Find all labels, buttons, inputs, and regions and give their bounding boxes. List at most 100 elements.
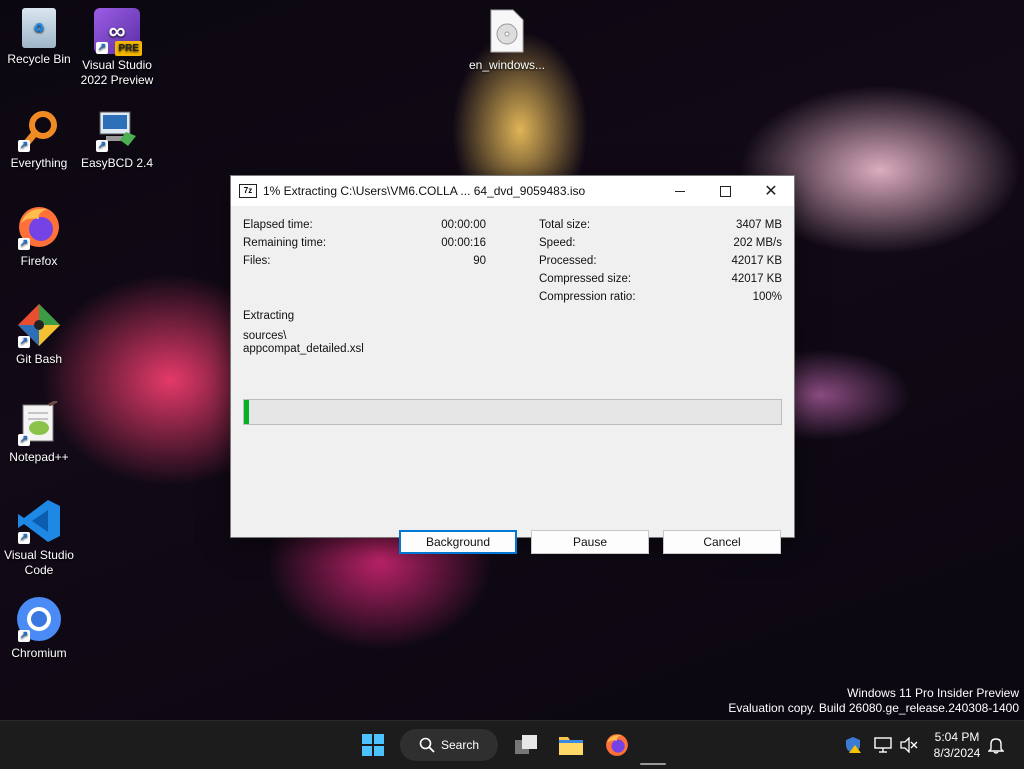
firefox-taskbar-button[interactable]	[602, 731, 632, 759]
search-icon	[419, 737, 435, 753]
speed-label: Speed:	[539, 237, 576, 249]
firefox-icon: ↗	[16, 204, 62, 250]
processed-value: 42017 KB	[731, 255, 782, 267]
desktop-icon-recycle-bin[interactable]: ♻ Recycle Bin	[1, 8, 77, 67]
compressed-size-value: 42017 KB	[731, 273, 782, 285]
files-label: Files:	[243, 255, 271, 267]
shortcut-arrow-icon: ↗	[18, 238, 30, 250]
vscode-icon: ↗	[16, 498, 62, 544]
start-button[interactable]	[358, 731, 388, 759]
progress-fill	[244, 400, 250, 424]
firefox-icon	[606, 734, 628, 756]
watermark-edition: Windows 11 Pro Insider Preview	[847, 686, 1019, 700]
taskbar: Search 5:04 PM 8/3/2024	[0, 720, 1024, 769]
volume-tray-button[interactable]	[898, 731, 920, 759]
notifications-button[interactable]	[986, 731, 1006, 759]
shortcut-arrow-icon: ↗	[18, 336, 30, 348]
desktop-icon-label: Git Bash	[15, 352, 63, 366]
close-button[interactable]: ✕	[748, 176, 794, 206]
total-size-label: Total size:	[539, 219, 591, 231]
desktop-icon-label: Chromium	[11, 646, 67, 660]
shortcut-arrow-icon: ↗	[18, 630, 30, 642]
elapsed-time-value: 00:00:00	[441, 219, 486, 231]
taskbar-search-box[interactable]: Search	[400, 729, 498, 761]
background-button[interactable]: Background	[399, 530, 517, 554]
shortcut-arrow-icon: ↗	[18, 434, 30, 446]
network-icon	[874, 737, 892, 753]
speed-value: 202 MB/s	[733, 237, 782, 249]
watermark-build: Evaluation copy. Build 26080.ge_release.…	[728, 701, 1019, 715]
desktop-icon-label: Recycle Bin	[7, 52, 71, 66]
desktop-icon-chromium[interactable]: ↗ Chromium	[1, 596, 77, 661]
desktop-icon-vscode[interactable]: ↗ Visual Studio Code	[1, 498, 77, 578]
notepad-plus-plus-icon: ↗	[16, 400, 62, 446]
clock-button[interactable]: 5:04 PM 8/3/2024	[926, 729, 988, 761]
windows-logo-icon	[362, 734, 384, 756]
git-bash-icon: ↗	[16, 302, 62, 348]
desktop-icon-label: Visual Studio Code	[4, 548, 74, 577]
network-tray-button[interactable]	[872, 731, 894, 759]
desktop-icon-easybcd[interactable]: ↗ EasyBCD 2.4	[79, 106, 155, 171]
compression-ratio-label: Compression ratio:	[539, 291, 636, 303]
clock-time: 5:04 PM	[934, 730, 980, 744]
operation-label: Extracting	[243, 310, 295, 322]
shortcut-arrow-icon: ↗	[96, 42, 108, 54]
processed-label: Processed:	[539, 255, 597, 267]
remaining-time-label: Remaining time:	[243, 237, 327, 249]
folder-icon	[559, 737, 583, 755]
defender-tray-button[interactable]	[842, 731, 864, 759]
visual-studio-icon: ∞ PRE ↗	[94, 8, 142, 56]
desktop-icon-label: Visual Studio 2022 Preview	[80, 58, 154, 87]
running-app-indicator	[640, 763, 666, 765]
desktop-icon-everything[interactable]: ↗ Everything	[1, 106, 77, 171]
desktop-icon-label: Notepad++	[9, 450, 69, 464]
file-explorer-button[interactable]	[556, 731, 586, 759]
remaining-time-value: 00:00:16	[441, 237, 486, 249]
desktop-icon-notepad-plus-plus[interactable]: ↗ Notepad++	[1, 400, 77, 465]
sevenzip-app-icon: 7z	[239, 184, 257, 198]
extraction-progress-bar	[243, 399, 782, 425]
easybcd-computer-icon: ↗	[94, 106, 140, 152]
compressed-size-label: Compressed size:	[539, 273, 632, 285]
disc-image-file-icon	[484, 8, 530, 54]
desktop-icon-visual-studio-preview[interactable]: ∞ PRE ↗ Visual Studio 2022 Preview	[79, 8, 155, 88]
chromium-icon: ↗	[16, 596, 62, 642]
compression-ratio-value: 100%	[752, 291, 782, 303]
current-file: appcompat_detailed.xsl	[243, 343, 364, 355]
desktop-icon-label: Firefox	[20, 254, 58, 268]
shortcut-arrow-icon: ↗	[18, 532, 30, 544]
dialog-title: 1% Extracting C:\Users\VM6.COLLA ... 64_…	[263, 184, 586, 198]
shield-warning-icon	[846, 737, 861, 753]
cancel-button[interactable]: Cancel	[663, 530, 781, 554]
dialog-titlebar[interactable]: 7z 1% Extracting C:\Users\VM6.COLLA ... …	[231, 176, 794, 206]
shortcut-arrow-icon: ↗	[96, 140, 108, 152]
close-icon: ✕	[764, 183, 778, 200]
windows-evaluation-watermark: Windows 11 Pro Insider Preview Evaluatio…	[728, 686, 1019, 716]
desktop-icon-git-bash[interactable]: ↗ Git Bash	[1, 302, 77, 367]
desktop-icon-label: Everything	[10, 156, 68, 170]
task-view-button[interactable]	[512, 731, 540, 759]
search-label: Search	[440, 738, 480, 752]
recycle-bin-icon: ♻	[22, 8, 56, 48]
total-size-value: 3407 MB	[735, 219, 782, 231]
clock-date: 8/3/2024	[933, 746, 981, 760]
elapsed-time-label: Elapsed time:	[243, 219, 313, 231]
pause-button[interactable]: Pause	[531, 530, 649, 554]
bell-icon	[988, 738, 1004, 754]
volume-muted-icon	[900, 737, 918, 753]
everything-magnifier-icon: ↗	[16, 106, 62, 152]
maximize-button[interactable]	[702, 176, 748, 206]
desktop-icon-label: EasyBCD 2.4	[80, 156, 154, 170]
files-value: 90	[473, 255, 486, 267]
desktop-icon-iso-file[interactable]: en_windows...	[469, 8, 545, 73]
extraction-dialog: 7z 1% Extracting C:\Users\VM6.COLLA ... …	[230, 175, 795, 554]
desktop-icon-label: en_windows...	[469, 58, 546, 72]
minimize-button[interactable]	[657, 176, 703, 206]
shortcut-arrow-icon: ↗	[18, 140, 30, 152]
preview-badge: PRE	[115, 41, 142, 56]
maximize-icon	[719, 185, 731, 197]
current-path: sources\	[243, 330, 287, 342]
minimize-icon	[675, 190, 685, 192]
task-view-icon	[515, 735, 537, 754]
desktop-icon-firefox[interactable]: ↗ Firefox	[1, 204, 77, 269]
